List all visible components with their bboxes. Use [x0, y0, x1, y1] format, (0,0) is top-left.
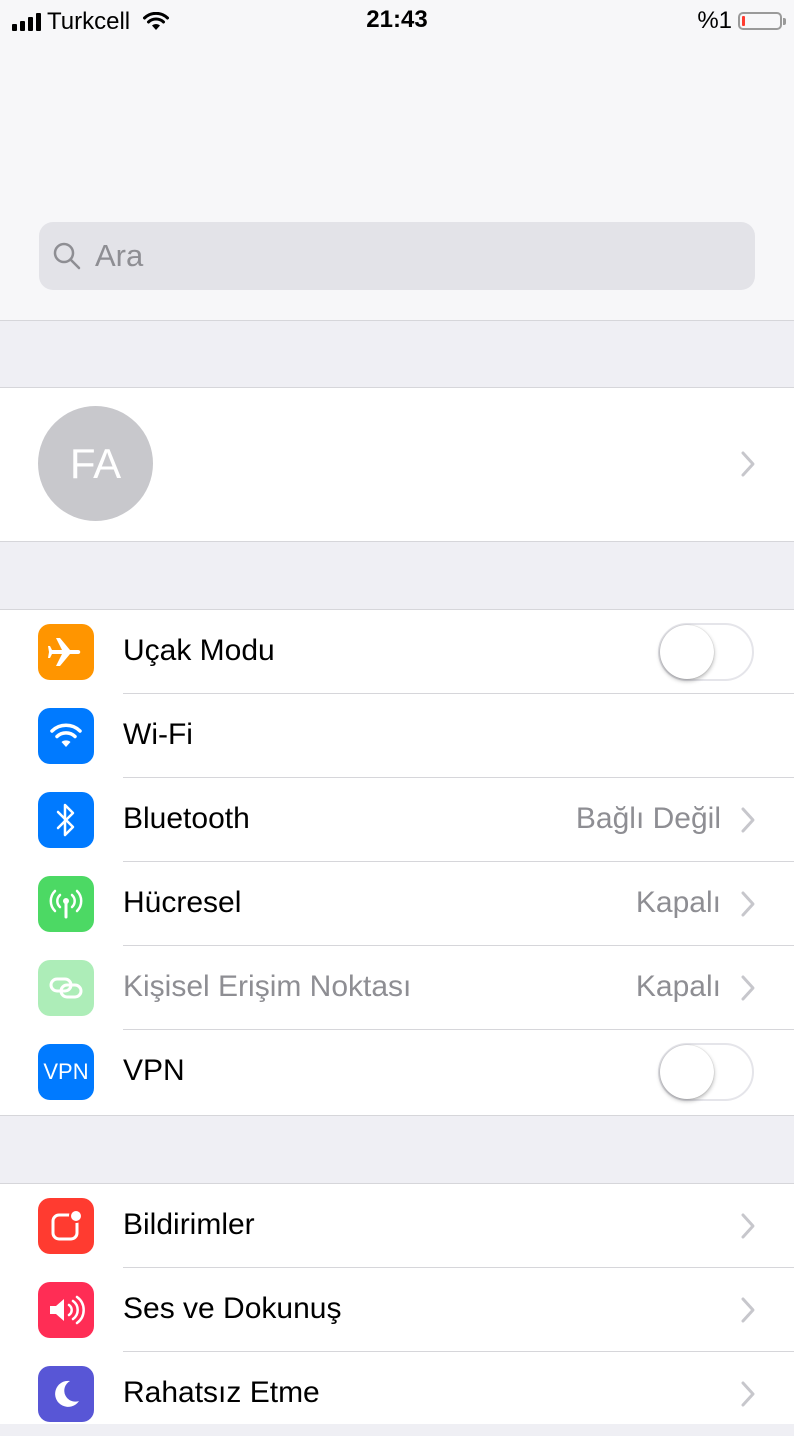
avatar: FA: [38, 406, 153, 521]
settings-row-sounds[interactable]: Ses ve Dokunuş: [0, 1268, 794, 1352]
speaker-icon: [38, 1282, 94, 1338]
cellular-icon: [38, 876, 94, 932]
status-bar: Turkcell 21:43 %1: [0, 0, 794, 40]
hotspot-icon: [38, 960, 94, 1016]
profile-row[interactable]: FA: [0, 387, 794, 542]
notifications-icon: [38, 1198, 94, 1254]
airplane-mode-toggle[interactable]: [658, 623, 754, 681]
row-label: VPN: [123, 1054, 185, 1087]
battery-percent: %1: [697, 7, 732, 34]
chevron-right-icon: [741, 891, 755, 917]
row-label: Rahatsız Etme: [123, 1376, 320, 1409]
row-value: Kapalı: [635, 886, 721, 919]
search-icon: [53, 242, 81, 270]
row-label: Uçak Modu: [123, 634, 275, 667]
vpn-icon-text: VPN: [43, 1059, 89, 1084]
settings-row-notifications[interactable]: Bildirimler: [0, 1184, 794, 1268]
search-placeholder: Ara: [95, 238, 144, 273]
settings-row-do-not-disturb[interactable]: Rahatsız Etme: [0, 1352, 794, 1436]
search-field[interactable]: Ara: [39, 222, 755, 290]
general-group: Bildirimler Ses ve Dokunuş Rahatsız Etme: [0, 1183, 794, 1424]
row-label: Ses ve Dokunuş: [123, 1292, 342, 1325]
row-label: Hücresel: [123, 886, 242, 919]
row-label: Bildirimler: [123, 1208, 255, 1241]
status-right: %1: [697, 7, 786, 35]
row-label: Bluetooth: [123, 802, 250, 835]
clock: 21:43: [366, 6, 428, 33]
chevron-right-icon: [741, 1213, 755, 1239]
moon-icon: [38, 1366, 94, 1422]
settings-row-cellular[interactable]: Hücresel Kapalı: [0, 862, 794, 946]
row-label: Kişisel Erişim Noktası: [123, 970, 412, 1003]
chevron-right-icon: [741, 807, 755, 833]
chevron-right-icon: [741, 1297, 755, 1323]
chevron-right-icon: [741, 1381, 755, 1407]
vpn-toggle[interactable]: [658, 1043, 754, 1101]
wifi-icon: [38, 708, 94, 764]
settings-row-vpn[interactable]: VPN VPN: [0, 1030, 794, 1114]
settings-row-personal-hotspot[interactable]: Kişisel Erişim Noktası Kapalı: [0, 946, 794, 1030]
settings-row-wifi[interactable]: Wi-Fi: [0, 694, 794, 778]
row-value: Bağlı Değil: [575, 802, 721, 835]
row-label: Wi-Fi: [123, 718, 193, 751]
header: Ara: [0, 40, 794, 321]
settings-row-bluetooth[interactable]: Bluetooth Bağlı Değil: [0, 778, 794, 862]
airplane-icon: [38, 624, 94, 680]
settings-row-airplane-mode[interactable]: Uçak Modu: [0, 610, 794, 694]
chevron-right-icon: [741, 451, 755, 477]
connectivity-group: Uçak Modu Wi-Fi Bluetooth Bağlı Değil Hü…: [0, 609, 794, 1116]
battery-icon: [738, 12, 786, 30]
chevron-right-icon: [741, 975, 755, 1001]
vpn-icon: VPN: [38, 1044, 94, 1100]
bluetooth-icon: [38, 792, 94, 848]
row-value: Kapalı: [635, 970, 721, 1003]
